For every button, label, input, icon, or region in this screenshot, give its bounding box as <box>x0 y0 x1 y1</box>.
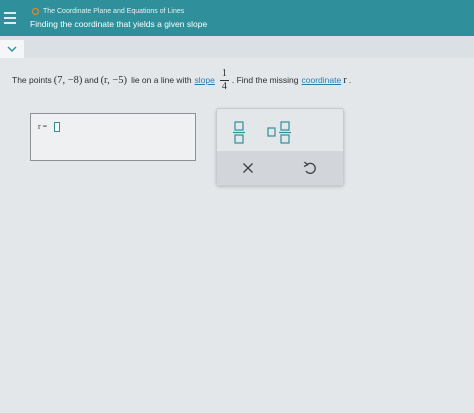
point-2: (r, −5) <box>100 74 128 86</box>
slope-link[interactable]: slope <box>195 75 215 85</box>
header-bar: The Coordinate Plane and Equations of Li… <box>0 0 474 36</box>
problem-end: . <box>348 75 352 85</box>
undo-icon[interactable] <box>301 159 319 177</box>
topic-status-icon <box>32 8 39 15</box>
topic-row: The Coordinate Plane and Equations of Li… <box>32 8 184 15</box>
sub-bar <box>0 36 474 58</box>
problem-and: and <box>84 75 99 85</box>
chevron-down-icon[interactable] <box>0 40 24 58</box>
fraction-icon[interactable] <box>231 119 247 145</box>
slope-fraction: 1 4 <box>219 67 229 93</box>
problem-statement: The points (7, −8) and (r, −5) lie on a … <box>12 60 472 100</box>
point-1: (7, −8) <box>53 74 83 86</box>
problem-line-text: lie on a line with <box>131 75 192 85</box>
page-title: Finding the coordinate that yields a giv… <box>30 19 208 29</box>
slope-numerator: 1 <box>221 67 227 79</box>
answer-label: r = <box>38 122 48 131</box>
answer-box: r = <box>30 113 196 161</box>
coordinate-link[interactable]: coordinate <box>302 75 342 85</box>
topic-label: The Coordinate Plane and Equations of Li… <box>43 8 185 15</box>
math-tool-panel <box>216 108 344 186</box>
close-icon[interactable] <box>239 159 257 177</box>
menu-icon[interactable] <box>0 0 20 36</box>
problem-variable: r <box>343 74 347 86</box>
answer-input[interactable] <box>54 122 60 132</box>
tool-actions-bar <box>217 151 343 185</box>
problem-find-text: . Find the missing <box>231 75 299 85</box>
slope-denominator: 4 <box>219 79 229 92</box>
mixed-number-icon[interactable] <box>267 119 297 145</box>
problem-intro: The points <box>12 75 52 85</box>
